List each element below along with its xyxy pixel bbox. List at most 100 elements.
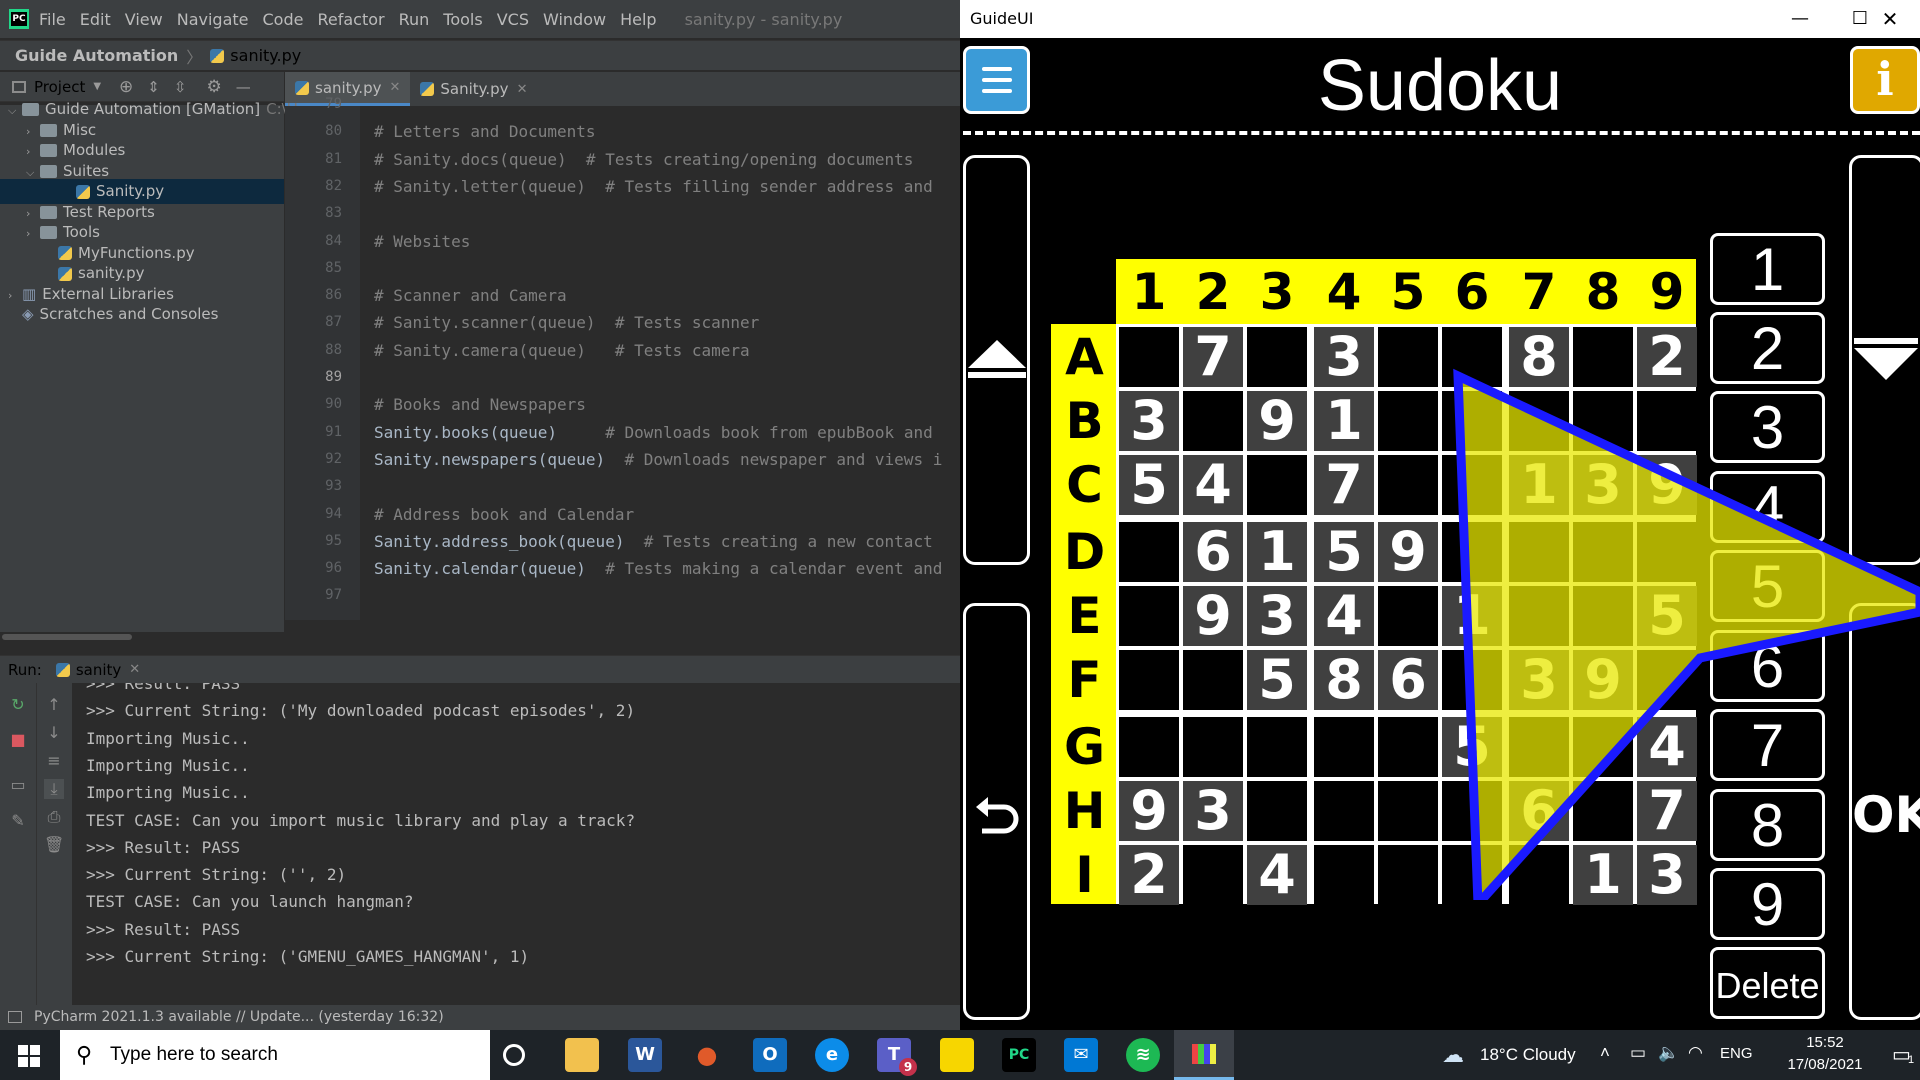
language-indicator[interactable]: ENG [1720,1045,1753,1062]
pycharm-icon[interactable]: PC [1002,1038,1036,1072]
close-icon[interactable]: ✕ [129,662,140,677]
app-icon[interactable]: ● [690,1038,724,1072]
sudoku-cell[interactable]: 6 [1183,522,1243,582]
sudoku-cell[interactable]: 8 [1314,650,1374,710]
menu-tools[interactable]: Tools [443,10,482,29]
outlook-icon[interactable]: O [753,1038,787,1072]
code-editor[interactable]: # Letters and Documents # Sanity.docs(que… [360,106,960,620]
windows-start-icon[interactable] [18,1045,40,1067]
spotify-icon[interactable]: ≋ [1126,1038,1160,1072]
horizontal-scrollbar[interactable] [0,632,960,642]
sudoku-cell[interactable]: 5 [1247,650,1307,710]
sudoku-cell[interactable]: 1 [1247,522,1307,582]
menu-window[interactable]: Window [543,10,606,29]
file-explorer-icon[interactable] [565,1038,599,1072]
breadcrumb-file[interactable]: sanity.py [230,46,301,65]
menu-code[interactable]: Code [263,10,304,29]
chevron-up-icon[interactable]: ˄ [1600,1043,1610,1063]
soft-wrap-icon[interactable]: ≡ [44,751,64,771]
menu-edit[interactable]: Edit [80,10,111,29]
sudoku-cell[interactable] [1247,717,1307,777]
scroll-up-button[interactable] [963,155,1030,565]
console-output[interactable]: >>> Result: PASS >>> Current String: ('My… [72,683,960,1010]
menu-help[interactable]: Help [620,10,656,29]
clock-time[interactable]: 15:52 [1780,1034,1870,1051]
menu-refactor[interactable]: Refactor [317,10,384,29]
arrow-down-icon[interactable]: ↓ [44,723,64,743]
menu-view[interactable]: View [125,10,163,29]
chevron-down-icon[interactable]: ▼ [93,81,101,92]
sudoku-cell[interactable]: 9 [1183,586,1243,646]
locate-icon[interactable]: ⊕ [119,77,133,97]
sudoku-cell[interactable]: 9 [1119,781,1179,841]
menu-run[interactable]: Run [399,10,430,29]
sudoku-cell[interactable] [1183,717,1243,777]
sudoku-cell[interactable] [1247,781,1307,841]
pin-icon[interactable]: ✎ [8,811,28,831]
guideui-taskbar-button[interactable] [1174,1030,1234,1080]
hamburger-menu-button[interactable] [963,46,1030,114]
battery-icon[interactable]: ▭ [1630,1043,1646,1063]
menu-file[interactable]: File [39,10,66,29]
scroll-to-end-icon[interactable]: ⤓ [44,779,64,799]
sudoku-cell[interactable]: 3 [1183,781,1243,841]
menu-vcs[interactable]: VCS [497,10,529,29]
teams-icon[interactable]: T 9 [877,1038,917,1076]
arrow-up-icon[interactable]: ↑ [44,695,64,715]
sudoku-cell[interactable]: 4 [1183,455,1243,515]
panel-toggle-icon[interactable] [8,1011,22,1023]
wifi-icon[interactable]: ◠ [1688,1043,1703,1063]
tab-sanity-upper[interactable]: Sanity.py ✕ [410,72,537,106]
taskbar-search-box[interactable]: ⚲ Type here to search [60,1030,490,1080]
sudoku-cell[interactable] [1119,522,1179,582]
tab-sanity-lower[interactable]: sanity.py ✕ [285,72,411,106]
rerun-icon[interactable]: ↻ [8,695,28,715]
collapse-all-icon[interactable]: ⇳ [174,78,187,96]
sudoku-cell[interactable] [1247,455,1307,515]
breadcrumb-project[interactable]: Guide Automation [15,46,178,65]
info-button[interactable]: i [1850,46,1920,114]
sudoku-cell[interactable]: 3 [1119,391,1179,451]
sudoku-cell[interactable]: 3 [1247,586,1307,646]
sudoku-cell[interactable]: 4 [1314,586,1374,646]
print-icon[interactable]: ⎙ [44,807,64,827]
menu-navigate[interactable]: Navigate [177,10,249,29]
sudoku-cell[interactable] [1119,717,1179,777]
sudoku-cell[interactable] [1183,391,1243,451]
sudoku-cell[interactable]: 9 [1247,391,1307,451]
minimize-icon[interactable]: — [1770,0,1830,38]
close-icon[interactable]: ✕ [1860,0,1920,38]
sudoku-cell[interactable] [1247,327,1307,387]
stop-icon[interactable]: ■ [8,730,28,750]
sudoku-cell[interactable] [1119,586,1179,646]
mail-icon[interactable]: ✉ [1064,1038,1098,1072]
sudoku-cell[interactable] [1119,327,1179,387]
expand-all-icon[interactable]: ⇕ [147,78,160,96]
sticky-notes-icon[interactable] [940,1038,974,1072]
volume-icon[interactable]: 🔈 [1658,1043,1679,1063]
sudoku-cell[interactable] [1183,650,1243,710]
sudoku-cell[interactable] [1314,845,1374,905]
status-message[interactable]: PyCharm 2021.1.3 available // Update... … [34,1009,444,1025]
sudoku-cell[interactable]: 2 [1119,845,1179,905]
sudoku-cell[interactable]: 4 [1247,845,1307,905]
sudoku-cell[interactable]: 5 [1314,522,1374,582]
gear-icon[interactable]: ⚙ [206,77,221,97]
project-label[interactable]: Project [34,78,85,96]
hide-icon[interactable]: — [236,78,251,96]
sudoku-cell[interactable]: 7 [1183,327,1243,387]
sudoku-cell[interactable]: 5 [1119,455,1179,515]
sudoku-cell[interactable]: 1 [1314,391,1374,451]
scrollbar-thumb[interactable] [2,634,132,640]
number-button-1[interactable]: 1 [1710,233,1825,305]
trash-icon[interactable]: 🗑 [44,835,64,855]
weather-text[interactable]: 18°C Cloudy [1480,1045,1576,1065]
run-tab-label[interactable]: sanity [76,661,121,679]
word-icon[interactable]: W [628,1038,662,1072]
close-icon[interactable]: ✕ [517,82,528,97]
sudoku-cell[interactable] [1183,845,1243,905]
sudoku-cell[interactable] [1119,650,1179,710]
back-button[interactable] [963,603,1030,1020]
sudoku-cell[interactable] [1314,781,1374,841]
sudoku-cell[interactable]: 7 [1314,455,1374,515]
